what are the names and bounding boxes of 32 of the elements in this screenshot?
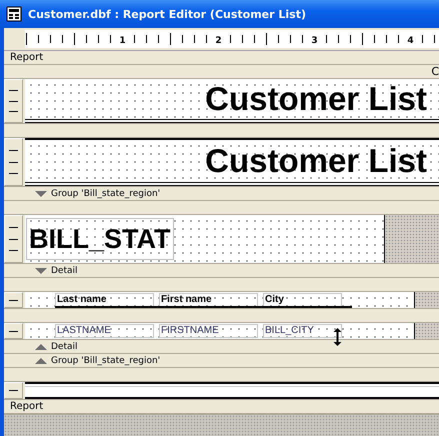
band-label: Detail bbox=[51, 264, 78, 276]
band-label: Detail bbox=[51, 340, 78, 352]
report-field[interactable]: FIRSTNAME bbox=[159, 324, 258, 338]
band-handle[interactable] bbox=[4, 323, 23, 339]
up-triangle-icon[interactable] bbox=[35, 358, 47, 364]
band-handle[interactable] bbox=[4, 292, 23, 308]
band-label: Report bbox=[10, 400, 44, 412]
band-label: Group 'Bill_state_region' bbox=[51, 354, 160, 366]
report-field[interactable]: BILL_STAT bbox=[26, 218, 174, 260]
down-triangle-icon[interactable] bbox=[35, 268, 47, 274]
down-triangle-icon[interactable] bbox=[35, 190, 47, 196]
page-margin bbox=[415, 292, 439, 308]
ruler-number: 3 bbox=[311, 36, 318, 46]
report-field[interactable]: BILL_CITY bbox=[263, 324, 342, 338]
ruler-number: 2 bbox=[215, 36, 222, 46]
report-field[interactable]: LASTNAME bbox=[55, 324, 154, 338]
report-icon bbox=[6, 6, 22, 22]
band-label: Report bbox=[10, 52, 44, 64]
report-title[interactable]: Customer List bbox=[205, 81, 427, 117]
ruler-number: 1 bbox=[119, 36, 126, 46]
column-caption: C bbox=[431, 65, 439, 78]
up-triangle-icon[interactable] bbox=[35, 344, 47, 350]
band-handle[interactable] bbox=[4, 138, 23, 186]
ruler-number: 4 bbox=[407, 36, 414, 46]
band-handle[interactable] bbox=[4, 215, 23, 263]
report-title[interactable]: Customer List bbox=[205, 143, 427, 179]
page-margin bbox=[415, 323, 439, 339]
window-title: Customer.dbf : Report Editor (Customer List) bbox=[28, 8, 306, 20]
band-label: Group 'Bill_state_region' bbox=[51, 188, 160, 200]
band-handle[interactable] bbox=[4, 382, 23, 399]
band-handle[interactable] bbox=[4, 79, 23, 123]
page-margin bbox=[385, 215, 439, 263]
